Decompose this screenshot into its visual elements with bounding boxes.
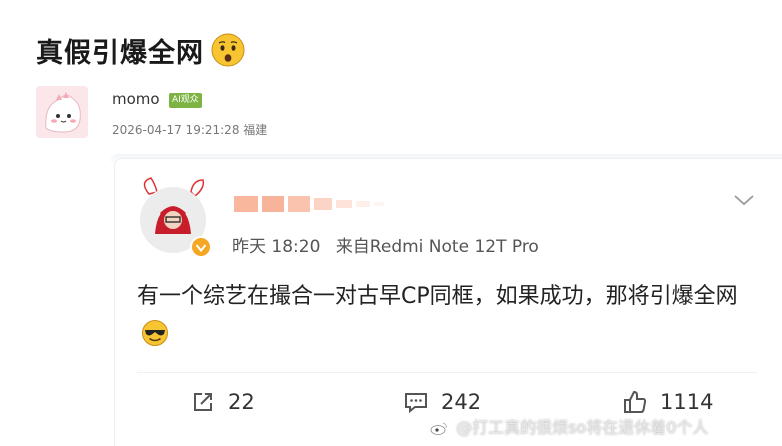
sunglasses-face-emoji-icon [142, 320, 168, 346]
original-post-source: 来自Redmi Note 12T Pro [335, 237, 539, 257]
repost-button[interactable]: 22 [190, 386, 255, 418]
watermark-text: @打工真的很烦so将在退休着0个人 [456, 418, 709, 437]
repost-count: 22 [228, 390, 255, 414]
post-meta: 2026-04-17 19:21:28 福建 [112, 123, 268, 137]
weibo-logo-icon [430, 422, 447, 435]
actions-divider [137, 372, 757, 373]
thumbs-up-icon [624, 390, 647, 413]
author-avatar[interactable] [36, 86, 88, 138]
original-post-content: 有一个综艺在撮合一对古早CP同框，如果成功，那将引爆全网 [137, 278, 757, 354]
astonished-face-emoji-icon [211, 33, 245, 67]
ai-badge: AI观众 [169, 93, 202, 108]
obscured-name-scribble-icon [234, 196, 384, 212]
author-name[interactable]: momo [112, 90, 160, 108]
dinosaur-avatar-icon [36, 86, 88, 138]
post-title: 真假引爆全网 [36, 37, 204, 69]
watermark: @打工真的很烦so将在退休着0个人 [430, 414, 708, 438]
repost-icon [194, 393, 212, 411]
original-post-time: 昨天 18:20 [232, 237, 321, 257]
original-post-meta: 昨天 18:20 来自Redmi Note 12T Pro [232, 232, 549, 257]
comment-count: 242 [441, 390, 482, 414]
like-count: 1114 [660, 390, 714, 414]
original-author-name-obscured[interactable] [232, 188, 432, 218]
original-author-avatar[interactable] [136, 177, 212, 258]
verified-badge-icon [190, 236, 212, 258]
post-title-row: 真假引爆全网 [36, 28, 246, 72]
original-post-text: 有一个综艺在撮合一对古早CP同框，如果成功，那将引爆全网 [137, 284, 738, 309]
chevron-down-icon[interactable] [733, 192, 755, 208]
comment-icon [405, 393, 427, 414]
